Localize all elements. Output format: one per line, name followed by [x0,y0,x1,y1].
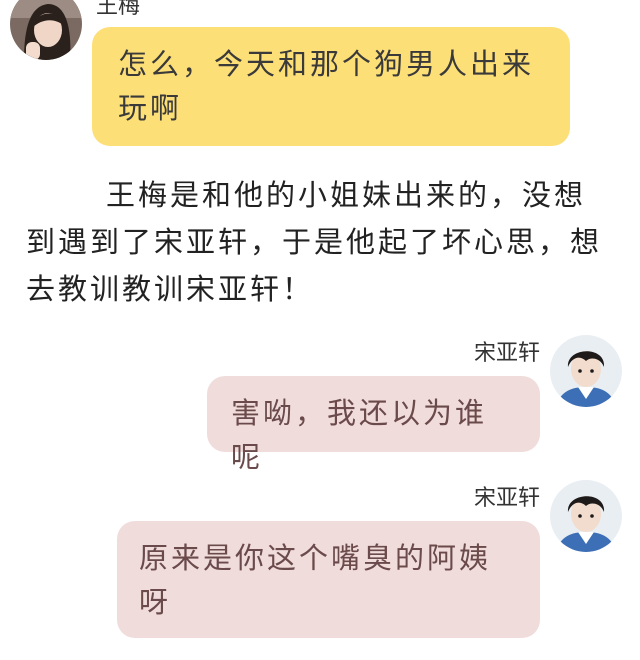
avatar-boy-icon [550,480,622,552]
message-bubble[interactable]: 怎么，今天和那个狗男人出来玩啊 [92,27,570,146]
sender-name: 宋亚轩 [473,486,540,511]
message-bubble[interactable]: 害呦，我还以为谁呢 [207,376,540,474]
narration-text: 王梅是和他的小姐妹出来的，没想到遇到了宋亚轩，于是他起了坏心思，想去教训教训宋亚… [26,178,603,306]
message-text: 怎么，今天和那个狗男人出来玩啊 [118,47,535,125]
message-text: 原来是你这个嘴臭的阿姨呀 [139,541,492,619]
avatar-girl-icon [10,0,82,60]
avatar-wangmei[interactable] [10,0,82,60]
avatar-songyaxuan[interactable] [550,480,622,552]
sender-name: 王梅 [96,0,141,19]
sender-name: 宋亚轩 [473,341,540,366]
message-text: 害呦，我还以为谁呢 [231,396,488,474]
message-bubble[interactable]: 原来是你这个嘴臭的阿姨呀 [117,521,540,638]
avatar-songyaxuan[interactable] [550,335,622,407]
avatar-boy-icon [550,335,622,407]
